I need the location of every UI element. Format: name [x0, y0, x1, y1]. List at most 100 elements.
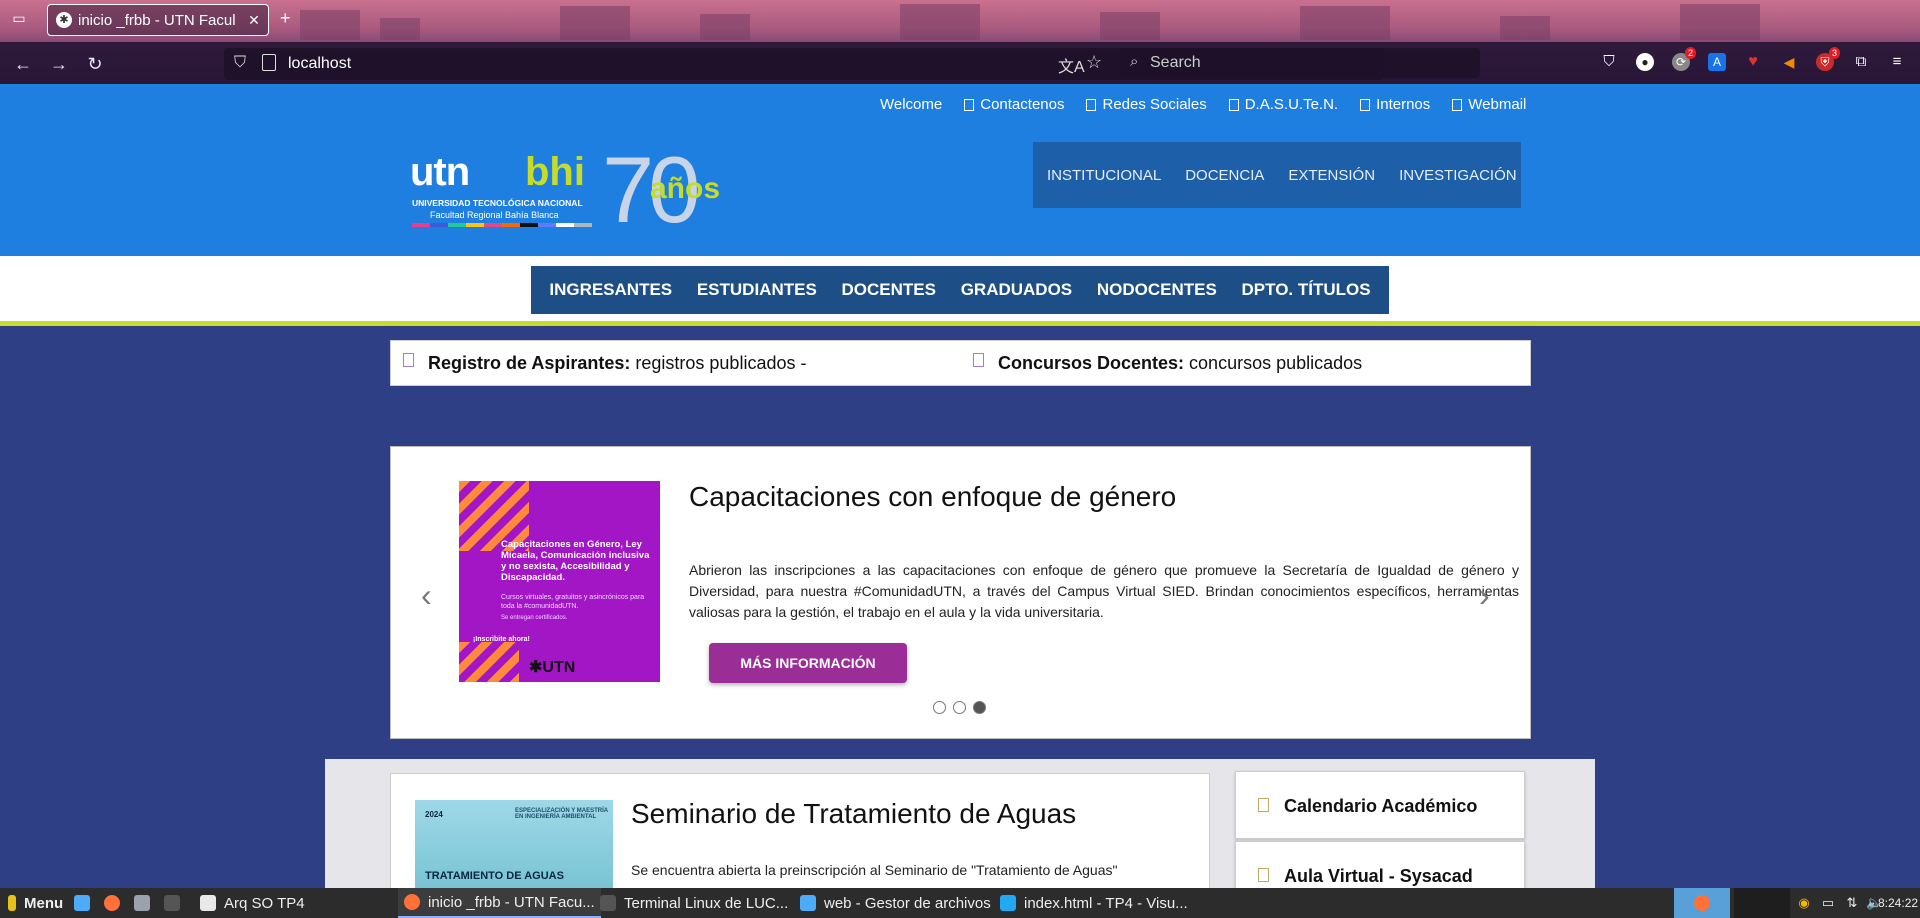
top-link-internos[interactable]: Internos: [1360, 96, 1430, 113]
link-icon: [1452, 98, 1463, 111]
taskbar-window-terminal[interactable]: Terminal Linux de LUC...: [600, 888, 788, 918]
taskbar-window-label: web - Gestor de archivos: [824, 894, 991, 912]
news-title[interactable]: Seminario de Tratamiento de Aguas: [631, 798, 1076, 830]
terminal-icon: [164, 895, 180, 911]
content-area: 2024 ESPECIALIZACIÓN Y MAESTRÍA EN INGEN…: [325, 759, 1595, 888]
taskbar-window-arq-so[interactable]: Arq SO TP4: [200, 888, 305, 918]
link-icon: [1086, 98, 1097, 111]
workspace-1[interactable]: [1674, 888, 1730, 918]
taskbar-window-files[interactable]: web - Gestor de archivos: [800, 888, 991, 918]
carousel-dot-active[interactable]: [973, 701, 986, 714]
orange-stripes-decoration: [459, 642, 519, 682]
top-link-webmail[interactable]: Webmail: [1452, 96, 1526, 113]
start-menu-button[interactable]: Menu: [8, 888, 63, 918]
mint-menu-icon: [8, 895, 16, 911]
nav-ingresantes[interactable]: INGRESANTES: [549, 280, 672, 300]
reload-icon[interactable]: ↻: [82, 52, 108, 76]
slide-image-title: Capacitaciones en Género, Ley Micaela, C…: [501, 539, 650, 583]
firefox-launcher-icon[interactable]: [104, 888, 128, 918]
display-icon[interactable]: ▭: [1820, 895, 1836, 911]
url-text[interactable]: localhost: [288, 55, 351, 73]
extension-sync-icon[interactable]: ⟳ 2: [1672, 47, 1696, 71]
translate-extension-icon[interactable]: A: [1708, 53, 1726, 71]
taskbar: Menu Arq SO TP4 inicio _frbb - UTN Facu.…: [0, 888, 1920, 918]
carousel-next-icon[interactable]: ›: [1479, 577, 1490, 614]
utn-70-logo[interactable]: utn bhi UNIVERSIDAD TECNOLÓGICA NACIONAL…: [410, 137, 730, 242]
tab-bar: ▭ ✱ inicio _frbb - UTN Facul ✕ +: [0, 0, 1920, 40]
nav-bar: ← → ↻ ⛉ localhost 文A ☆: [0, 42, 1920, 84]
search-placeholder: Search: [1150, 54, 1201, 71]
browser-chrome: ▭ ✱ inicio _frbb - UTN Facul ✕ + ← → ↻ ⛉…: [0, 0, 1920, 84]
tab-list-icon[interactable]: ▭: [8, 10, 30, 30]
pocket-icon[interactable]: ⛉: [1600, 53, 1618, 71]
sidebar-item-aula-virtual[interactable]: Aula Virtual - Sysacad: [1235, 841, 1525, 888]
network-icon[interactable]: ⇅: [1844, 895, 1860, 911]
search-icon: ⌕: [1130, 53, 1139, 70]
ticker-item-aspirantes[interactable]: Registro de Aspirantes: registros public…: [428, 353, 806, 374]
top-links: Welcome Contactenos Redes Sociales D.A.S…: [880, 96, 1526, 113]
workspace-2[interactable]: [1734, 888, 1790, 918]
terminal-launcher-icon[interactable]: [164, 888, 188, 918]
browser-tab-active[interactable]: ✱ inicio _frbb - UTN Facul ✕: [47, 4, 269, 36]
carousel-dot[interactable]: [953, 701, 966, 714]
forward-icon[interactable]: →: [46, 52, 72, 76]
link-icon: [964, 98, 975, 111]
show-desktop-icon[interactable]: [74, 888, 98, 918]
carousel-dot[interactable]: [933, 701, 946, 714]
ticker-item-concursos[interactable]: Concursos Docentes: concursos publicados: [998, 353, 1362, 374]
logo-utn: utn: [410, 150, 470, 194]
translate-icon[interactable]: 文A: [1058, 53, 1085, 77]
taskbar-window-label: Terminal Linux de LUC...: [624, 894, 789, 912]
search-input[interactable]: ⌕ Search: [1120, 48, 1480, 78]
shield-icon[interactable]: ⛉: [234, 54, 246, 72]
megaphone-extension-icon[interactable]: ◀: [1780, 53, 1798, 71]
news-text: Se encuentra abierta la preinscripción a…: [631, 862, 1118, 878]
nav-estudiantes[interactable]: ESTUDIANTES: [697, 280, 817, 300]
slide-image-brand: ✱UTN: [529, 659, 576, 676]
secondary-nav: INGRESANTES ESTUDIANTES DOCENTES GRADUAD…: [531, 266, 1389, 314]
nav-docentes[interactable]: DOCENTES: [842, 280, 936, 300]
extension-account-icon[interactable]: ●: [1636, 53, 1654, 71]
pdf-icon: [403, 353, 414, 367]
taskbar-window-vscode[interactable]: index.html - TP4 - Visu...: [1000, 888, 1188, 918]
files-launcher-icon[interactable]: [134, 888, 158, 918]
clock[interactable]: 8:24:22: [1878, 895, 1918, 911]
news-ticker: Registro de Aspirantes: registros public…: [390, 340, 1531, 386]
sidebar-item-calendario[interactable]: Calendario Académico: [1235, 771, 1525, 839]
news-image[interactable]: 2024 ESPECIALIZACIÓN Y MAESTRÍA EN INGEN…: [415, 800, 613, 888]
taskbar-window-firefox[interactable]: inicio _frbb - UTN Facu...: [398, 888, 601, 918]
carousel: ‹ Capacitaciones en Género, Ley Micaela,…: [390, 446, 1531, 739]
nav-nodocentes[interactable]: NODOCENTES: [1097, 280, 1217, 300]
nav-dpto-titulos[interactable]: DPTO. TÍTULOS: [1242, 280, 1371, 300]
top-link-contactenos[interactable]: Contactenos: [964, 96, 1064, 113]
carousel-prev-icon[interactable]: ‹: [421, 577, 432, 614]
new-tab-icon[interactable]: +: [280, 8, 291, 29]
top-link-redes-sociales[interactable]: Redes Sociales: [1086, 96, 1207, 113]
ublock-extension-icon[interactable]: ⛨ 3: [1816, 47, 1840, 71]
slide-image-certificates: Se entregan certificados.: [501, 615, 568, 621]
bookmark-star-icon[interactable]: ☆: [1086, 52, 1102, 73]
nav-institucional[interactable]: INSTITUCIONAL: [1047, 167, 1161, 184]
logo-anos: años: [650, 172, 721, 205]
hamburger-menu-icon[interactable]: ≡: [1888, 53, 1906, 71]
logo-bhi: bhi: [525, 150, 585, 194]
close-tab-icon[interactable]: ✕: [244, 12, 264, 29]
news-image-year: 2024: [425, 810, 443, 819]
more-info-button[interactable]: MÁS INFORMACIÓN: [709, 643, 907, 683]
nav-graduados[interactable]: GRADUADOS: [961, 280, 1072, 300]
logo-university: UNIVERSIDAD TECNOLÓGICA NACIONAL: [412, 198, 583, 208]
nav-investigacion[interactable]: INVESTIGACIÓN: [1399, 167, 1517, 184]
top-link-dasuten[interactable]: D.A.S.U.Te.N.: [1228, 96, 1338, 113]
news-card: 2024 ESPECIALIZACIÓN Y MAESTRÍA EN INGEN…: [390, 773, 1210, 888]
nav-extension[interactable]: EXTENSIÓN: [1288, 167, 1375, 184]
extensions-puzzle-icon[interactable]: ⧉: [1852, 53, 1870, 71]
slide-image[interactable]: Capacitaciones en Género, Ley Micaela, C…: [459, 481, 660, 682]
heart-extension-icon[interactable]: ♥: [1744, 53, 1762, 71]
updates-shield-icon[interactable]: ◉: [1796, 895, 1812, 911]
nav-docencia[interactable]: DOCENCIA: [1185, 167, 1264, 184]
vscode-icon: [1000, 895, 1016, 911]
top-link-welcome[interactable]: Welcome: [880, 96, 942, 113]
back-icon[interactable]: ←: [10, 52, 36, 76]
slide-title: Capacitaciones con enfoque de género: [689, 481, 1177, 512]
site-header: Welcome Contactenos Redes Sociales D.A.S…: [0, 84, 1920, 256]
